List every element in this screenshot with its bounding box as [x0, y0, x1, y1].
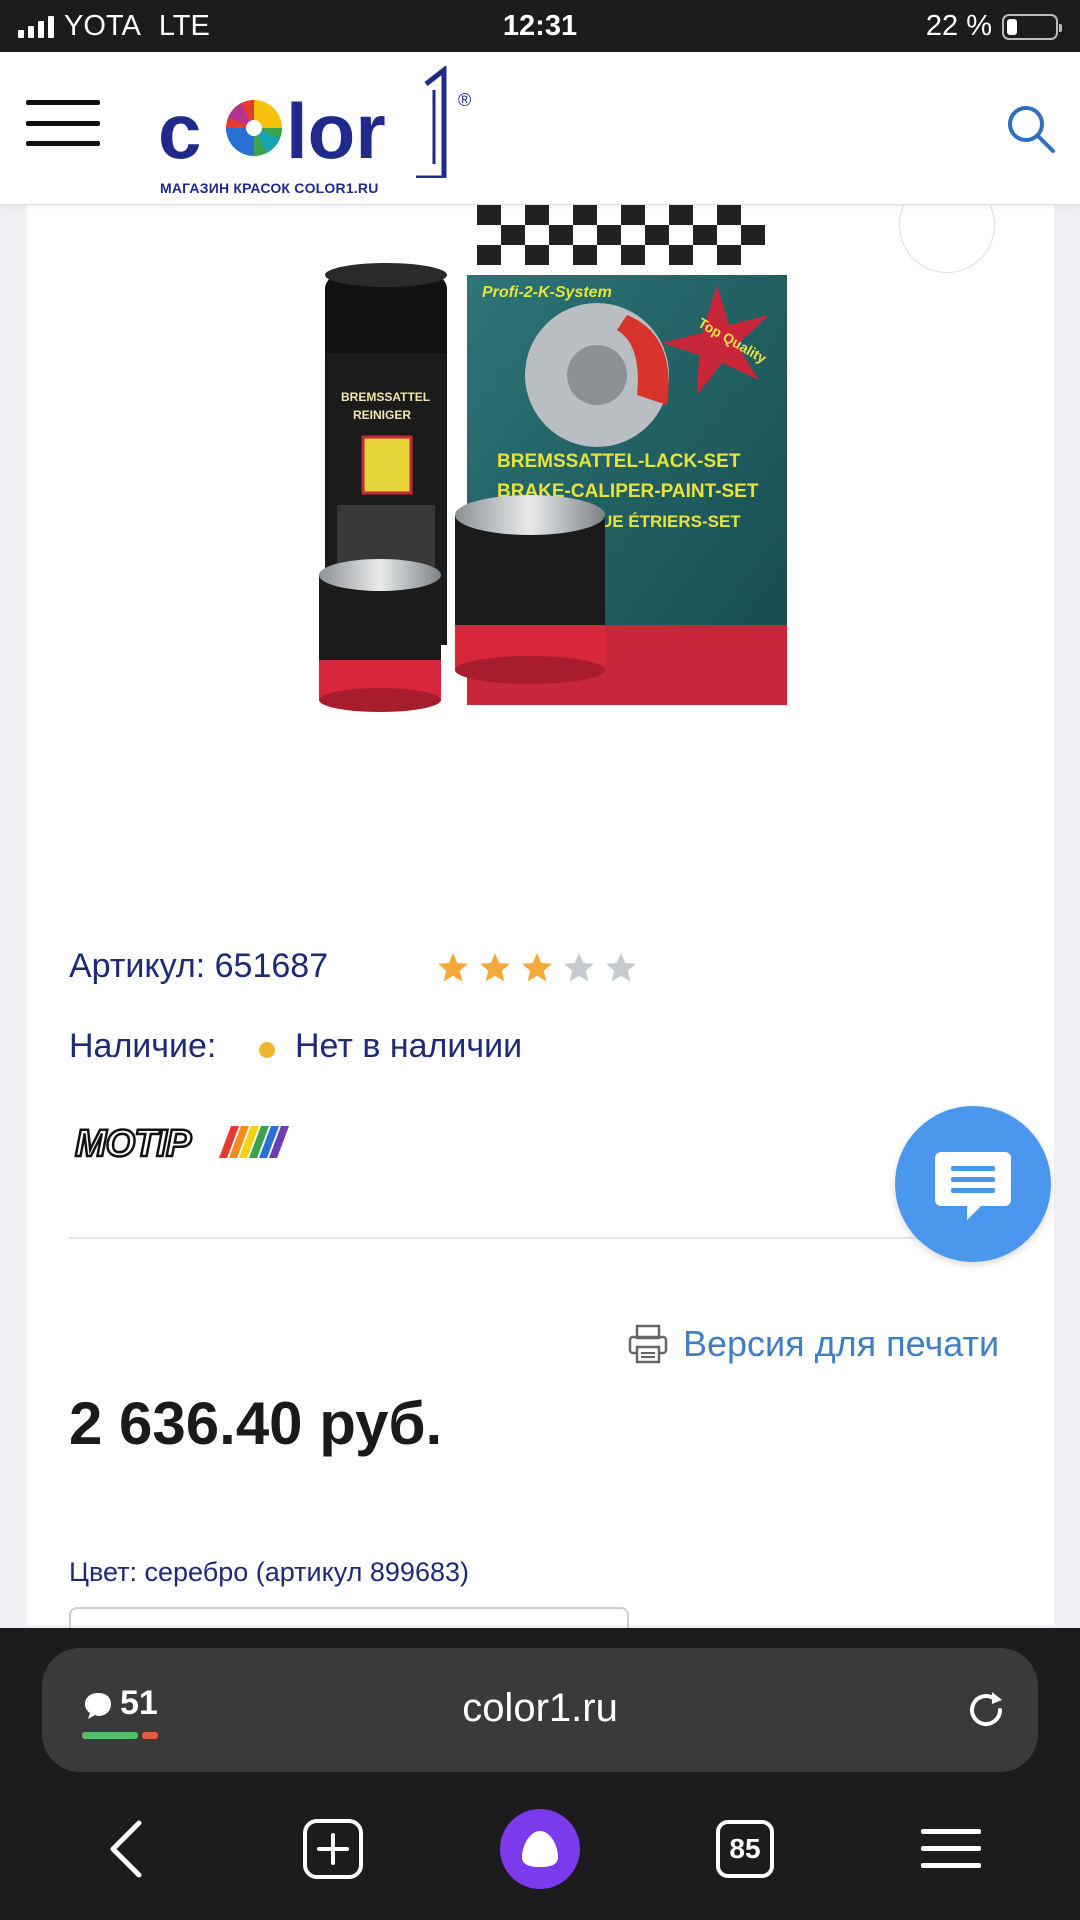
- address-bar[interactable]: 51 color1.ru: [42, 1648, 1038, 1772]
- browser-nav: 85: [0, 1804, 1080, 1904]
- brand-logo-text: MOTIP: [75, 1123, 192, 1165]
- back-button[interactable]: [82, 1804, 172, 1894]
- product-price: 2 636.40 руб.: [69, 1390, 443, 1457]
- printer-icon: [628, 1324, 668, 1364]
- site-logo[interactable]: c lor ® МАГАЗИН КРАСОК COLOR1.RU: [158, 64, 488, 196]
- battery-icon: [1002, 13, 1062, 40]
- print-version-link[interactable]: Версия для печати: [627, 1323, 999, 1365]
- site-header: c lor ® МАГАЗИН КРАСОК COLOR1.RU: [0, 52, 1080, 205]
- tabs-button[interactable]: 85: [700, 1804, 790, 1894]
- availability-dot: [259, 1042, 275, 1058]
- star-filled-icon[interactable]: [436, 951, 470, 985]
- reload-icon[interactable]: [962, 1686, 1010, 1734]
- availability-value: Нет в наличии: [295, 1027, 523, 1065]
- alice-icon: [500, 1809, 580, 1889]
- svg-text:lor: lor: [286, 87, 386, 175]
- logo-tagline: МАГАЗИН КРАСОК COLOR1.RU: [160, 180, 379, 196]
- tabs-count: 85: [716, 1820, 774, 1878]
- star-empty-icon[interactable]: [562, 951, 596, 985]
- box-corner-text: Profi-2-K-System: [482, 284, 612, 301]
- rating-stars[interactable]: [436, 951, 638, 985]
- brand-logo[interactable]: MOTIP: [69, 1098, 314, 1183]
- can-label-1: BREMSSATTEL: [341, 390, 430, 404]
- battery-info: 22 %: [925, 10, 1062, 43]
- star-filled-icon[interactable]: [478, 951, 512, 985]
- svg-text:c: c: [158, 87, 201, 175]
- search-icon[interactable]: [1004, 102, 1058, 156]
- product-card: Top Quality Profi-2-K-System BREMSSATTEL…: [27, 177, 1054, 1667]
- color-option-label: Цвет: серебро (артикул 899683): [69, 1557, 469, 1587]
- divider: [69, 1237, 1014, 1239]
- product-sku: Артикул: 651687: [69, 947, 329, 985]
- chat-icon: [935, 1152, 1011, 1220]
- can-label-2: REINIGER: [353, 408, 411, 422]
- star-empty-icon[interactable]: [604, 951, 638, 985]
- menu-icon[interactable]: [26, 100, 100, 146]
- box-text-1: BREMSSATTEL-LACK-SET: [497, 451, 741, 472]
- clock: 12:31: [502, 10, 578, 42]
- status-bar: YOTA LTE 12:31 22 %: [0, 0, 1080, 52]
- browser-menu-button[interactable]: [906, 1804, 996, 1894]
- back-arrow-icon: [110, 1820, 142, 1878]
- star-filled-icon[interactable]: [520, 951, 554, 985]
- chat-button[interactable]: [895, 1106, 1051, 1262]
- product-image[interactable]: Top Quality Profi-2-K-System BREMSSATTEL…: [297, 205, 857, 815]
- trademark-symbol: ®: [458, 90, 471, 110]
- browser-toolbar: 51 color1.ru 85: [0, 1628, 1080, 1920]
- battery-percent: 22 %: [925, 10, 992, 42]
- alice-assistant-button[interactable]: [495, 1804, 585, 1894]
- menu-icon: [921, 1829, 981, 1868]
- availability-label: Наличие:: [69, 1027, 217, 1065]
- new-tab-button[interactable]: [288, 1804, 378, 1894]
- url-text: color1.ru: [462, 1686, 618, 1730]
- print-version-label: Версия для печати: [683, 1323, 1000, 1364]
- plus-square-icon: [303, 1819, 363, 1879]
